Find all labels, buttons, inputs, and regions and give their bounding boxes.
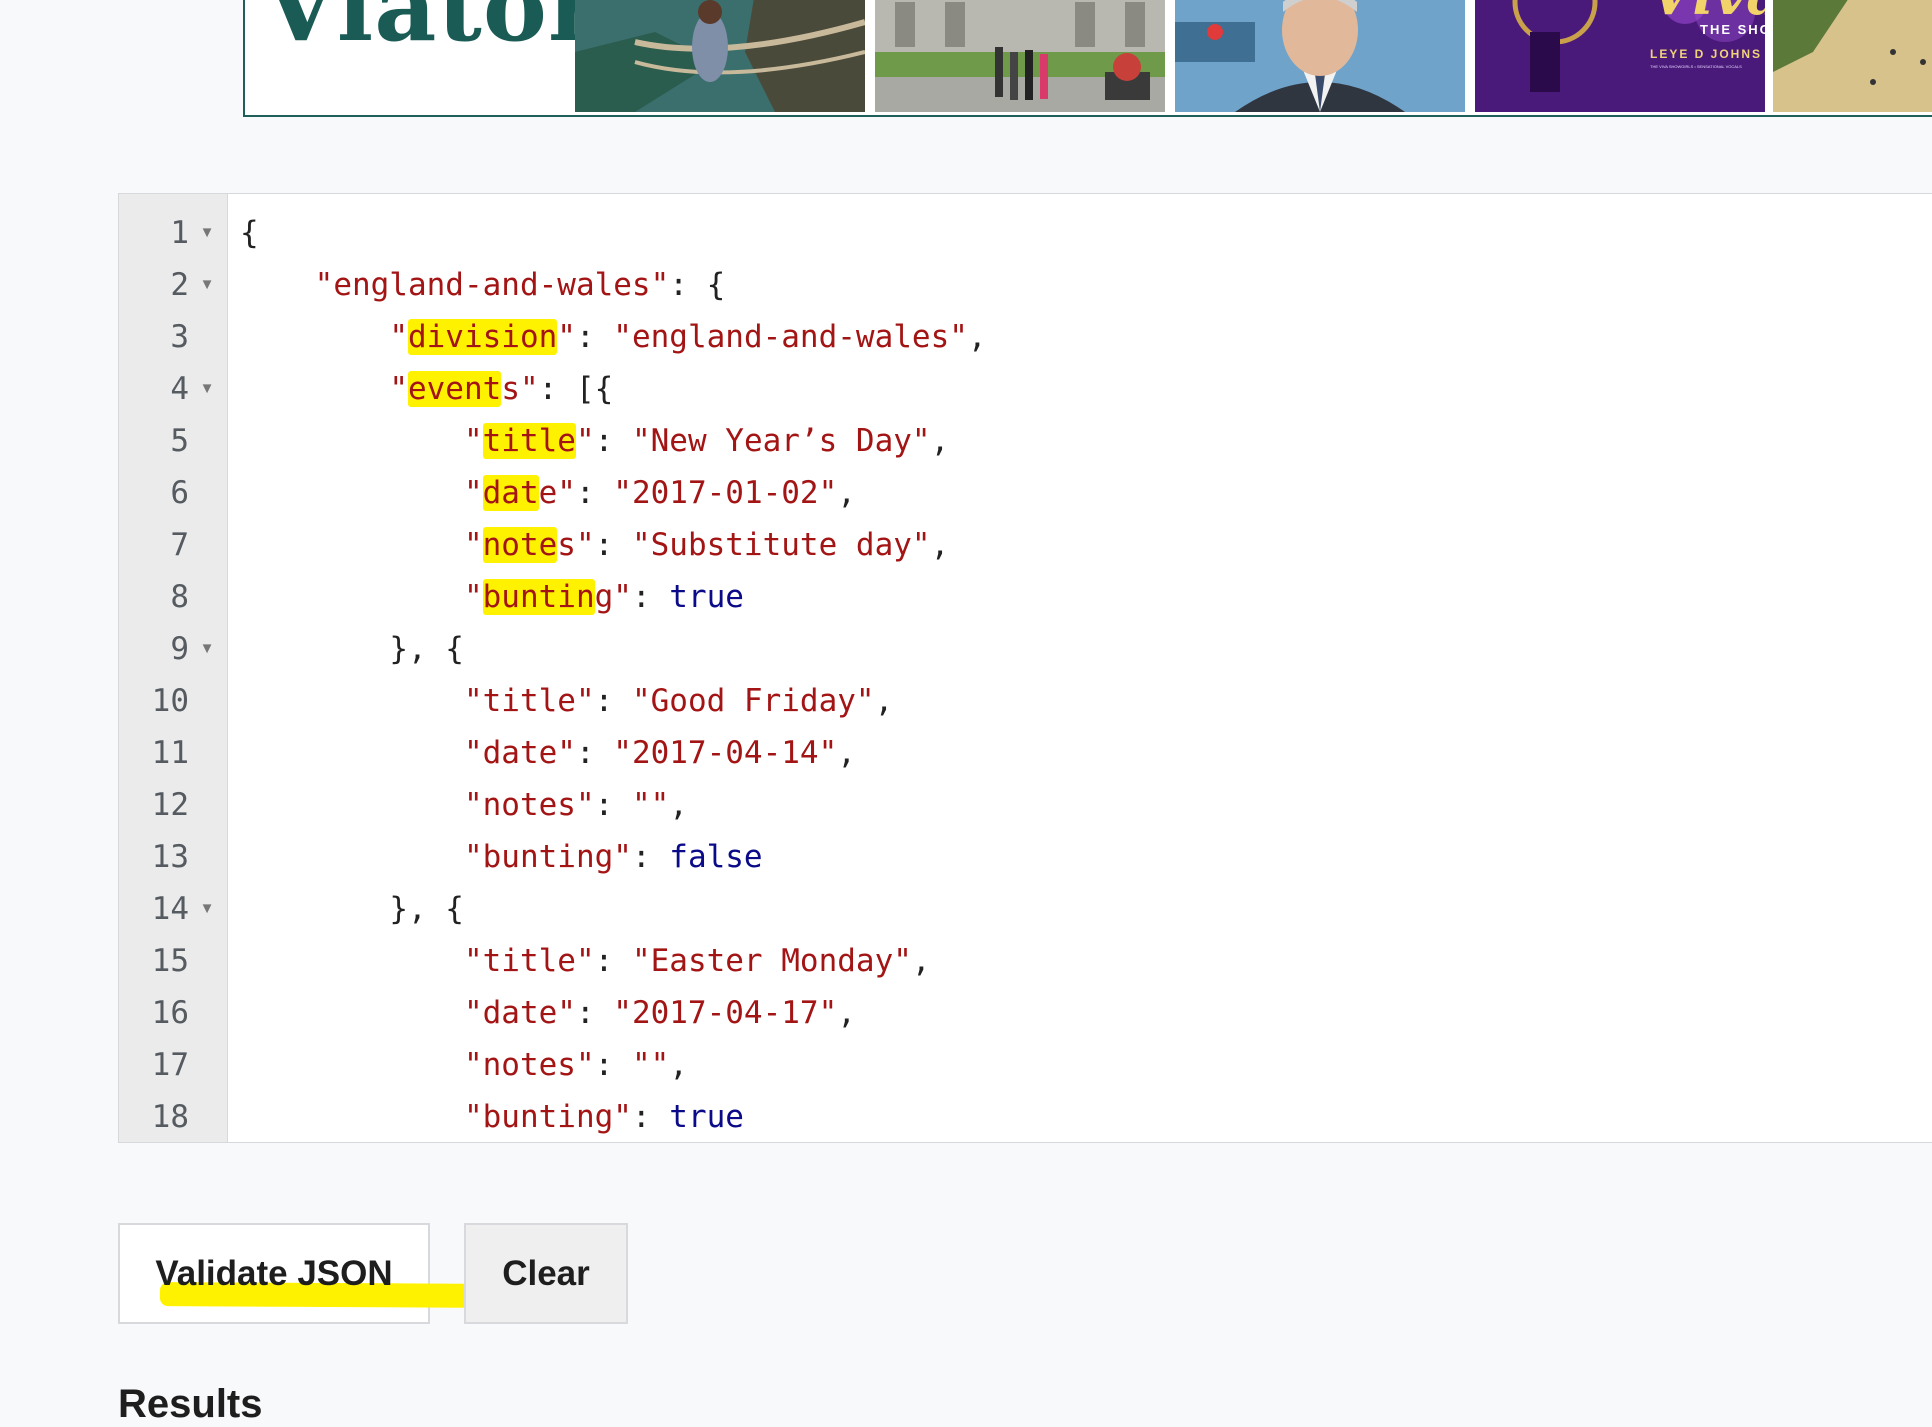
highlight-mark: dat xyxy=(482,475,539,511)
line-number: 15 xyxy=(151,943,189,979)
rope-bridge-image xyxy=(575,0,865,112)
line-number: 4 xyxy=(170,371,189,407)
rope-bridge-photo[interactable] xyxy=(575,0,865,112)
code-line-18: "bunting": true xyxy=(463,1099,744,1135)
highlight-mark: division xyxy=(407,319,558,355)
code-line-15: "title": "Easter Monday", xyxy=(463,943,931,979)
code-line-9: }, { xyxy=(389,631,464,667)
fold-arrow-icon[interactable]: ▼ xyxy=(195,883,219,935)
validate-json-button[interactable]: Validate JSON xyxy=(118,1223,491,1324)
code-line-1: { xyxy=(240,215,259,251)
city-hall-tourists-photo[interactable] xyxy=(875,0,1165,112)
line-number: 16 xyxy=(151,995,189,1031)
fold-arrow-icon[interactable]: ▼ xyxy=(195,363,219,415)
line-number: 9 xyxy=(170,631,189,667)
beach-photo[interactable] xyxy=(1773,0,1932,112)
code-line-12: "notes": "", xyxy=(463,787,688,823)
viva-show-photo[interactable]: Viva! THE SHOW LEYE D JOHNS THE VIVA SHO… xyxy=(1475,0,1765,112)
code-line-4: "events": [{ xyxy=(389,371,614,407)
line-number: 11 xyxy=(151,735,189,771)
politician-photo[interactable] xyxy=(1175,0,1465,112)
fold-arrow-icon[interactable]: ▼ xyxy=(195,623,219,675)
results-heading: Results xyxy=(118,1382,263,1426)
highlight-mark: title xyxy=(482,423,576,459)
line-number: 1 xyxy=(170,215,189,251)
line-number: 2 xyxy=(170,267,189,303)
line-number: 10 xyxy=(151,683,189,719)
highlight-mark: buntin xyxy=(482,579,595,615)
highlight-mark: event xyxy=(407,371,502,407)
code-line-8: "bunting": true xyxy=(463,579,744,615)
viator-logo: Viator® xyxy=(263,0,611,63)
beach-image xyxy=(1773,0,1932,112)
city-hall-image xyxy=(875,0,1165,112)
line-number: 7 xyxy=(170,527,189,563)
fold-arrow-icon[interactable]: ▼ xyxy=(195,259,219,311)
viva-tagline-text: THE VIVA SHOWGIRLS • SENSATIONAL VOCALS xyxy=(1650,64,1742,69)
line-number: 5 xyxy=(170,423,189,459)
validate-json-label: Validate JSON xyxy=(155,1253,393,1293)
line-number: 12 xyxy=(151,787,189,823)
code-line-14: }, { xyxy=(389,891,464,927)
code-line-6: "date": "2017-01-02", xyxy=(463,475,856,511)
fold-arrow-icon[interactable]: ▼ xyxy=(195,207,219,259)
line-number: 8 xyxy=(170,579,189,615)
line-number: 3 xyxy=(170,319,189,355)
viva-show-text: THE SHOW xyxy=(1700,22,1765,37)
line-number: 6 xyxy=(170,475,189,511)
clear-button[interactable]: Clear xyxy=(464,1223,628,1324)
line-number: 14 xyxy=(151,891,189,927)
line-number: 13 xyxy=(151,839,189,875)
code-line-3: "division": "england-and-wales", xyxy=(389,319,987,355)
code-line-11: "date": "2017-04-14", xyxy=(463,735,856,771)
code-line-16: "date": "2017-04-17", xyxy=(463,995,856,1031)
line-number: 17 xyxy=(151,1047,189,1083)
advertisement-banner[interactable]: Viator® xyxy=(243,0,1932,117)
json-editor[interactable]: 1 ▼ 2 ▼ 3 4 ▼ 5 6 7 8 9 ▼ 10 11 12 13 14 ▼ 15 16 17 18 { "engl… xyxy=(118,193,1932,1143)
code-line-2: "england-and-wales": { xyxy=(314,267,726,303)
code-line-5: "title": "New Year’s Day", xyxy=(463,423,950,459)
line-number-gutter: 1 ▼ 2 ▼ 3 4 ▼ 5 6 7 8 9 ▼ 10 11 12 13 14 ▼ 15 16 17 18 xyxy=(119,194,228,1142)
line-number: 18 xyxy=(151,1099,189,1135)
logo-text: Viator xyxy=(263,0,600,63)
code-line-7: "notes": "Substitute day", xyxy=(463,527,950,563)
clear-label: Clear xyxy=(502,1253,590,1293)
code-line-13: "bunting": false xyxy=(463,839,763,875)
code-line-17: "notes": "", xyxy=(463,1047,688,1083)
code-line-10: "title": "Good Friday", xyxy=(463,683,894,719)
highlight-mark: note xyxy=(482,527,558,563)
politician-image xyxy=(1175,0,1465,112)
viva-performer-text: LEYE D JOHNS xyxy=(1650,47,1763,61)
